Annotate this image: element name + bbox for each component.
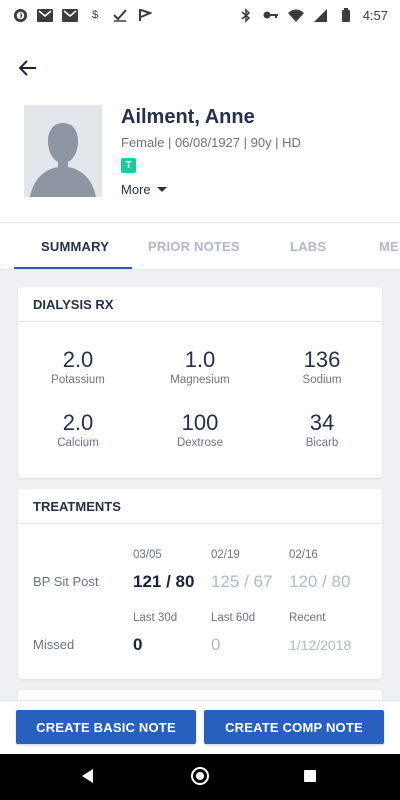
caret-down-icon (156, 187, 167, 192)
arrow-left-icon (19, 60, 36, 76)
patient-demographics: Female | 06/08/1927 | 90y | HD (121, 135, 301, 150)
bp-value: 120 / 80 (289, 572, 351, 591)
action-bar: CREATE BASIC NOTE CREATE COMP NOTE (0, 700, 400, 754)
rx-item: 100 Dextrose (140, 410, 260, 449)
rx-label: Dextrose (176, 437, 224, 449)
dialysis-rx-card: DIALYSIS RX 2.0 Potassium 1.0 Magnesium … (18, 287, 382, 478)
rx-label: Sodium (302, 374, 342, 386)
rx-item: 1.0 Magnesium (140, 347, 260, 386)
gmail-icon (62, 7, 78, 23)
rx-item: 136 Sodium (262, 347, 382, 386)
patient-header: Ailment, Anne Female | 06/08/1927 | 90y … (0, 100, 400, 220)
rx-value: 34 (309, 410, 335, 435)
nav-recents-icon[interactable] (304, 770, 316, 782)
status-badge: T (121, 158, 136, 173)
system-icons: 4:57 (238, 7, 388, 23)
missed-value: 0 (133, 635, 143, 654)
status-time: 4:57 (362, 7, 388, 23)
more-label: More (121, 182, 151, 197)
gmail-icon (37, 7, 53, 23)
summary-content[interactable]: DIALYSIS RX 2.0 Potassium 1.0 Magnesium … (0, 270, 400, 708)
bluetooth-icon (238, 7, 254, 23)
patient-name: Ailment, Anne (121, 106, 255, 128)
more-button[interactable]: More (121, 182, 167, 197)
nav-home-icon[interactable] (191, 767, 209, 785)
tab-labs[interactable]: LABS (290, 223, 326, 269)
signal-icon (313, 7, 329, 23)
missed-label: Missed (33, 637, 75, 652)
checkmark-flag-icon (137, 7, 153, 23)
nav-back-icon[interactable] (82, 769, 93, 783)
missed-header: Recent (289, 612, 326, 624)
bp-value: 121 / 80 (133, 572, 195, 591)
bp-date: 02/16 (289, 549, 318, 561)
system-nav-bar (0, 754, 400, 800)
bp-value: 125 / 67 (211, 572, 273, 591)
battery-icon (338, 7, 354, 23)
rx-value: 2.0 (62, 410, 94, 435)
bp-date: 02/19 (211, 549, 240, 561)
create-basic-note-button[interactable]: CREATE BASIC NOTE (16, 710, 196, 744)
bp-label: BP Sit Post (33, 574, 99, 589)
rx-label: Bicarb (305, 437, 339, 449)
key-icon (263, 7, 279, 23)
person-silhouette-icon (30, 123, 96, 197)
tab-prior-notes[interactable]: PRIOR NOTES (148, 223, 240, 269)
notification-icons: $ (12, 7, 153, 23)
treatments-card: TREATMENTS BP Sit Post 03/05 02/19 02/16… (18, 489, 382, 679)
card-title: DIALYSIS RX (18, 287, 382, 322)
rx-label: Magnesium (170, 374, 230, 386)
avatar (24, 105, 102, 197)
rx-value: 100 (181, 410, 219, 435)
bp-date: 03/05 (133, 549, 162, 561)
tab-me[interactable]: ME (379, 223, 399, 269)
opera-icon (12, 7, 28, 23)
rx-item: 2.0 Calcium (18, 410, 138, 449)
rx-item: 2.0 Potassium (18, 347, 138, 386)
rx-value: 2.0 (62, 347, 94, 372)
missed-header: Last 30d (133, 612, 178, 624)
tab-summary[interactable]: SUMMARY (41, 223, 109, 269)
rx-item: 34 Bicarb (262, 410, 382, 449)
back-button[interactable] (14, 56, 42, 80)
card-title: TREATMENTS (18, 489, 382, 524)
rx-label: Calcium (57, 437, 99, 449)
rx-label: Potassium (51, 374, 105, 386)
dollar-icon: $ (91, 9, 99, 21)
checkmark-icon (112, 7, 128, 23)
create-comp-note-button[interactable]: CREATE COMP NOTE (204, 710, 384, 744)
status-bar: $ 4:57 (0, 0, 400, 30)
missed-value: 0 (211, 635, 221, 654)
missed-recent-date: 1/12/2018 (289, 637, 352, 653)
wifi-icon (287, 7, 304, 23)
rx-value: 1.0 (184, 347, 216, 372)
missed-header: Last 60d (211, 612, 256, 624)
tab-bar: SUMMARY PRIOR NOTES LABS ME (0, 222, 400, 270)
rx-value: 136 (303, 347, 341, 372)
